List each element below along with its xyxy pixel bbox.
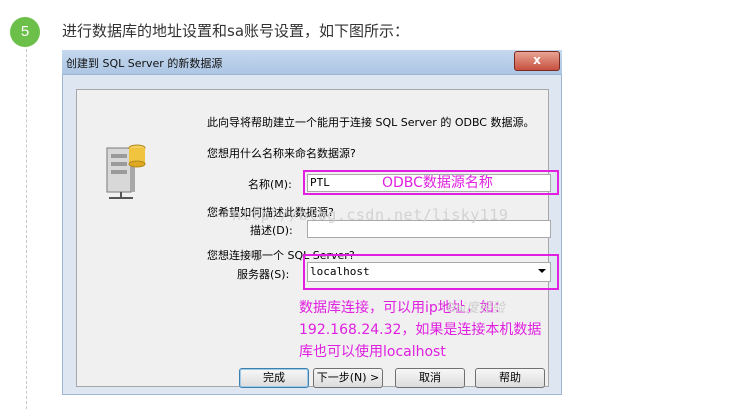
server-label: 服务器(S): bbox=[237, 268, 290, 281]
finish-button[interactable]: 完成 bbox=[239, 368, 309, 388]
odbc-name-annotation: ODBC数据源名称 bbox=[382, 175, 493, 191]
close-button[interactable]: x bbox=[514, 51, 560, 71]
name-question: 您想用什么名称来命名数据源? bbox=[207, 147, 356, 160]
name-label: 名称(M): bbox=[248, 178, 292, 191]
server-highlight-box bbox=[303, 254, 559, 290]
help-button[interactable]: 帮助 bbox=[475, 368, 545, 388]
server-note: 数据库连接，可以用ip地址，如： 192.168.24.32，如果是连接本机数据… bbox=[299, 297, 541, 363]
server-note-line: 192.168.24.32，如果是连接本机数据 bbox=[299, 322, 542, 338]
dialog-titlebar: 创建到 SQL Server 的新数据源 x bbox=[62, 50, 562, 75]
cancel-button[interactable]: 取消 bbox=[395, 368, 465, 388]
next-button[interactable]: 下一步(N) > bbox=[313, 368, 383, 388]
csdn-watermark: http://blog.csdn.net/lisky119 bbox=[232, 206, 509, 224]
step-connector-line bbox=[26, 44, 27, 409]
dialog-frame: 此向导将帮助建立一个能用于连接 SQL Server 的 ODBC 数据源。 您… bbox=[62, 74, 562, 395]
step-number-badge: 5 bbox=[10, 17, 40, 47]
dialog-panel: 此向导将帮助建立一个能用于连接 SQL Server 的 ODBC 数据源。 您… bbox=[76, 89, 559, 388]
step-instruction: 进行数据库的地址设置和sa账号设置，如下图所示： bbox=[62, 22, 410, 40]
close-icon: x bbox=[533, 53, 541, 67]
dialog-title: 创建到 SQL Server 的新数据源 bbox=[66, 57, 223, 70]
database-server-icon bbox=[106, 144, 146, 199]
dialog-screenshot: 创建到 SQL Server 的新数据源 x 此向导将帮助建立一个能用于连接 S… bbox=[62, 50, 562, 395]
desc-label: 描述(D): bbox=[250, 224, 293, 237]
server-note-line: 库也可以使用localhost bbox=[299, 344, 446, 360]
intro-text: 此向导将帮助建立一个能用于连接 SQL Server 的 ODBC 数据源。 bbox=[207, 116, 535, 129]
server-note-line: 数据库连接，可以用ip地址，如： bbox=[299, 300, 508, 316]
baidu-watermark: Bai度经验 bbox=[447, 300, 505, 315]
